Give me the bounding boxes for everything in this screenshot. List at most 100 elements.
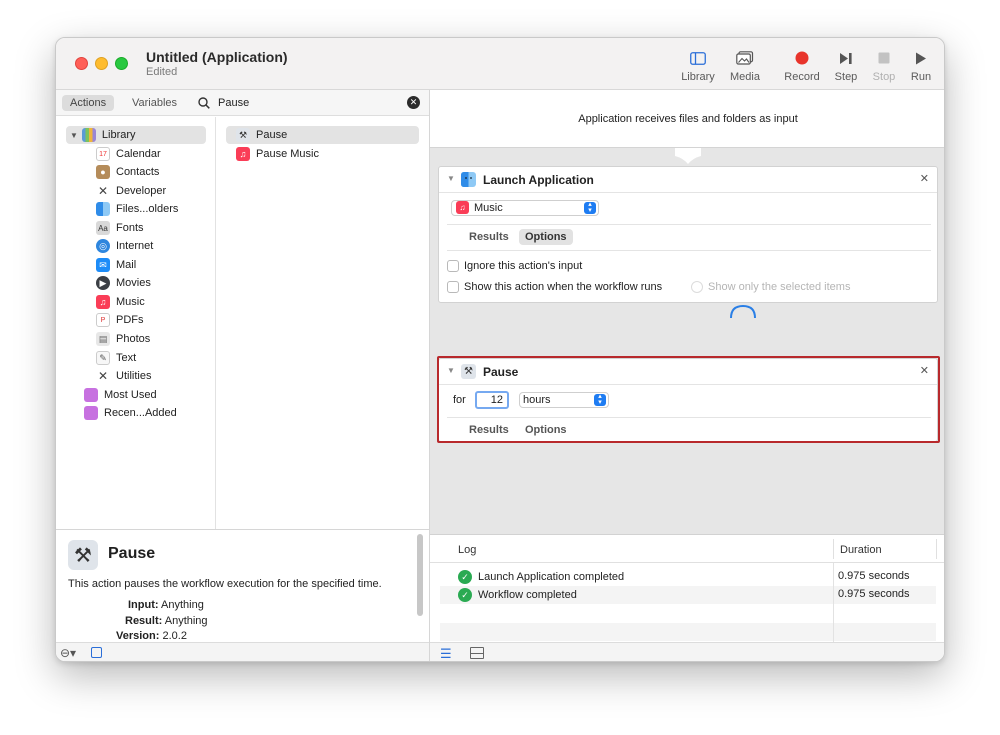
stop-toolbar-button[interactable]: Stop	[869, 48, 899, 86]
duration-column-header[interactable]: Duration	[840, 544, 882, 556]
library-icon	[81, 128, 96, 142]
ignore-input-checkbox[interactable]: Ignore this action's input	[447, 258, 582, 274]
pause-for-label: for	[453, 394, 466, 406]
title-bar: Untitled (Application) Edited Library Me…	[56, 38, 944, 90]
log-row[interactable]: ✓ Launch Application completed 0.975 sec…	[440, 568, 936, 586]
finder-icon	[96, 202, 110, 216]
checkbox-box[interactable]	[447, 281, 459, 293]
close-window-button[interactable]	[75, 57, 88, 70]
tab-results[interactable]: Results	[463, 422, 515, 438]
sidebar-item-music[interactable]: ♫ Music	[96, 293, 145, 311]
description-scrollbar[interactable]	[417, 534, 423, 616]
application-popup[interactable]: ♫ Music ▴ ▾	[451, 200, 599, 216]
checkbox-box	[691, 281, 703, 293]
sidebar-item-label: Photos	[116, 333, 151, 345]
run-toolbar-button[interactable]: Run	[907, 48, 935, 86]
list-view-icon[interactable]: ☰	[440, 646, 452, 661]
library-toolbar-button[interactable]: Library	[678, 48, 718, 86]
description-text: This action pauses the workflow executio…	[68, 578, 382, 590]
search-icon	[198, 97, 210, 109]
chevron-down-icon[interactable]: ▼	[447, 174, 455, 183]
sidebar-item-most-used[interactable]: Most Used	[84, 386, 157, 404]
sidebar-item-fonts[interactable]: Aa Fonts	[96, 219, 144, 237]
close-icon[interactable]: ✕	[920, 364, 929, 377]
log-text: Launch Application completed	[478, 571, 625, 583]
split-view-icon[interactable]	[470, 647, 484, 659]
sidebar-item-text[interactable]: ✎ Text	[96, 349, 136, 367]
clear-search-icon[interactable]: ✕	[407, 96, 420, 109]
pause-action-card: ▼ ⚒ Pause ✕ for hours ▴▾ Results Options	[438, 358, 938, 442]
sidebar-item-utilities[interactable]: ✕ Utilities	[96, 367, 151, 385]
sidebar-item-library[interactable]: ▼ Library	[66, 126, 206, 144]
mail-icon: ✉	[96, 258, 110, 272]
workflow-input-banner: Application receives files and folders a…	[430, 90, 944, 148]
chevron-down-icon[interactable]: ▼	[447, 366, 455, 375]
log-text: Workflow completed	[478, 589, 577, 601]
workflow-input-text: Application receives files and folders a…	[578, 113, 798, 125]
record-toolbar-label: Record	[784, 71, 820, 83]
sidebar-item-label: Files...olders	[116, 203, 179, 215]
action-item-pause[interactable]: ⚒ Pause	[226, 126, 419, 144]
description-input: Input: Anything	[128, 599, 204, 611]
log-row-empty	[440, 604, 936, 622]
library-toolbar-label: Library	[681, 71, 715, 83]
sidebar-item-files-folders[interactable]: Files...olders	[96, 200, 178, 218]
stop-icon	[869, 48, 899, 68]
show-selected-checkbox: Show only the selected items	[691, 279, 850, 295]
music-note-icon: ♫	[456, 201, 469, 214]
log-row[interactable]: ✓ Workflow completed 0.975 seconds	[440, 586, 936, 604]
sidebar-item-movies[interactable]: ▶ Movies	[96, 274, 151, 292]
record-icon	[780, 48, 824, 68]
workflow-pane: Application receives files and folders a…	[430, 90, 944, 661]
zoom-window-button[interactable]	[115, 57, 128, 70]
tab-variables[interactable]: Variables	[124, 95, 185, 111]
show-action-checkbox[interactable]: Show this action when the workflow runs	[447, 279, 662, 295]
sidebar-item-contacts[interactable]: ● Contacts	[96, 163, 159, 181]
finder-icon	[461, 172, 476, 190]
tab-options[interactable]: Options	[519, 422, 573, 438]
step-toolbar-button[interactable]: Step	[831, 48, 861, 86]
more-options-icon[interactable]: ⊖▾	[60, 646, 76, 660]
sidebar-item-label: Developer	[116, 185, 167, 197]
search-input[interactable]	[218, 95, 398, 111]
text-document-icon: ✎	[96, 351, 110, 365]
pause-action-icon: ⚒	[236, 128, 250, 142]
action-item-pause-music[interactable]: ♫ Pause Music	[236, 145, 319, 163]
sidebar-item-photos[interactable]: ▤ Photos	[96, 330, 150, 348]
sidebar-item-mail[interactable]: ✉ Mail	[96, 256, 136, 274]
pause-card-tabs: Results Options	[447, 422, 647, 440]
pause-unit-popup[interactable]: hours ▴ ▾	[519, 392, 609, 408]
search-field[interactable]: ✕	[192, 94, 422, 112]
sidebar-item-label: Utilities	[116, 370, 152, 382]
sidebar-item-label: Internet	[116, 240, 154, 252]
close-icon[interactable]: ✕	[920, 172, 929, 185]
connector-icon	[730, 304, 756, 319]
sidebar-item-calendar[interactable]: 17 Calendar	[96, 145, 161, 163]
sidebar-item-recently-added[interactable]: Recen...Added	[84, 404, 177, 422]
version-value: 2.0.2	[162, 630, 187, 642]
checkbox-box[interactable]	[447, 260, 459, 272]
media-toolbar-button[interactable]: Media	[726, 48, 764, 86]
description-toggle-icon[interactable]	[91, 647, 102, 658]
sidebar-item-label: Calendar	[116, 148, 161, 160]
pause-unit-value: hours	[523, 394, 551, 406]
minimize-window-button[interactable]	[95, 57, 108, 70]
sidebar-item-label: Mail	[116, 259, 137, 271]
log-row-empty	[440, 623, 936, 641]
pause-action-icon: ⚒	[68, 540, 98, 570]
tab-options[interactable]: Options	[519, 229, 573, 245]
description-title: Pause	[108, 545, 156, 562]
pause-amount-field[interactable]	[475, 391, 509, 409]
sidebar-item-label: Contacts	[116, 166, 160, 178]
sidebar-item-label: Library	[101, 129, 136, 141]
sidebar-item-pdfs[interactable]: P PDFs	[96, 311, 144, 329]
log-column-header[interactable]: Log	[458, 544, 476, 556]
checkbox-label: Ignore this action's input	[464, 260, 583, 272]
window-title: Untitled (Application)	[146, 49, 288, 65]
record-toolbar-button[interactable]: Record	[780, 48, 824, 86]
tab-results[interactable]: Results	[463, 229, 515, 245]
sidebar-item-developer[interactable]: ✕ Developer	[96, 182, 166, 200]
sidebar-item-internet[interactable]: ◎ Internet	[96, 237, 153, 255]
tab-actions[interactable]: Actions	[62, 95, 115, 111]
card-title: Pause	[483, 365, 519, 379]
